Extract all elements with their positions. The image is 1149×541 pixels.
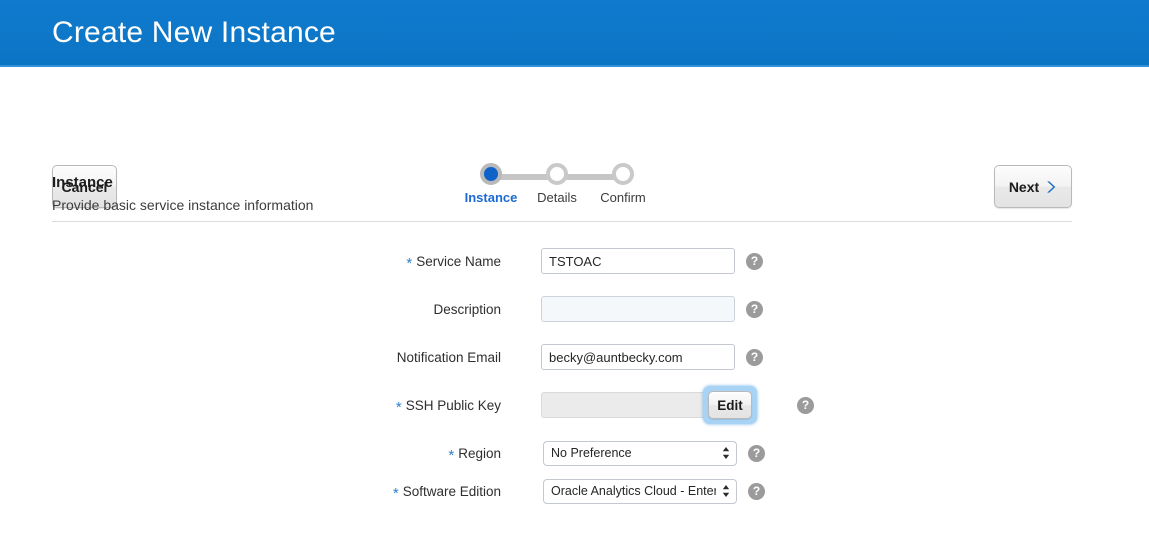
section-header: Instance Provide basic service instance … [52,173,1072,214]
chevron-updown-icon [722,484,730,498]
label-notification-email: Notification Email [0,350,501,365]
form-row-notification-email: Notification Email ? [0,344,1149,370]
label-region: * Region [0,445,501,464]
wizard-toolbar: Cancel Instance Details Confirm Next [0,67,1149,208]
edit-button-label: Edit [717,397,743,413]
required-marker: * [392,484,399,502]
required-marker: * [395,398,402,416]
help-question-icon[interactable]: ? [746,348,763,366]
help-question-icon[interactable]: ? [746,252,763,270]
page-title: Create New Instance [52,15,336,49]
section-title: Instance [52,174,113,191]
label-ssh-public-key: * SSH Public Key [0,397,501,416]
app-header: Create New Instance [0,0,1149,67]
software-edition-select-value: Oracle Analytics Cloud - Enterprise Edit… [551,484,716,498]
region-select[interactable]: No Preference [543,440,737,466]
form-row-ssh-public-key: * SSH Public Key Edit ? [0,386,1149,424]
region-select-value: No Preference [551,446,632,460]
help-question-icon[interactable]: ? [748,482,765,500]
help-question-icon[interactable]: ? [797,396,814,414]
help-question-icon[interactable]: ? [748,444,765,462]
section-subtitle: Provide basic service instance informati… [52,197,314,213]
label-software-edition: * Software Edition [0,483,501,502]
help-question-icon[interactable]: ? [746,300,763,318]
required-marker: * [448,446,455,464]
label-text: Service Name [416,253,501,269]
label-description: Description [0,302,501,317]
label-text: Region [458,445,501,461]
form-row-region: * Region No Preference ? [0,440,1149,466]
chevron-updown-icon [722,446,730,460]
instance-form: *Service Name ? Description ? Notificati… [0,248,1149,516]
description-input[interactable] [541,296,735,322]
label-service-name: * Service Name [0,253,501,272]
label-text: Description [433,301,501,317]
edit-ssh-key-button[interactable]: Edit [708,391,752,419]
form-row-software-edition: * Software Edition Oracle Analytics Cloud… [0,478,1149,504]
form-row-description: Description ? [0,296,1149,322]
label-text: Notification Email [396,349,501,365]
notification-email-input[interactable] [541,344,735,370]
section-divider [52,221,1072,222]
service-name-input[interactable] [541,248,735,274]
label-text: SSH Public Key [405,397,501,413]
ssh-key-control: Edit [541,386,757,424]
software-edition-select[interactable]: Oracle Analytics Cloud - Enterprise Edit… [543,478,737,504]
required-marker: * [406,254,413,272]
label-text: Software Edition [402,483,501,499]
form-row-service-name: *Service Name ? [0,248,1149,274]
edit-button-focus-ring: Edit [703,386,757,424]
